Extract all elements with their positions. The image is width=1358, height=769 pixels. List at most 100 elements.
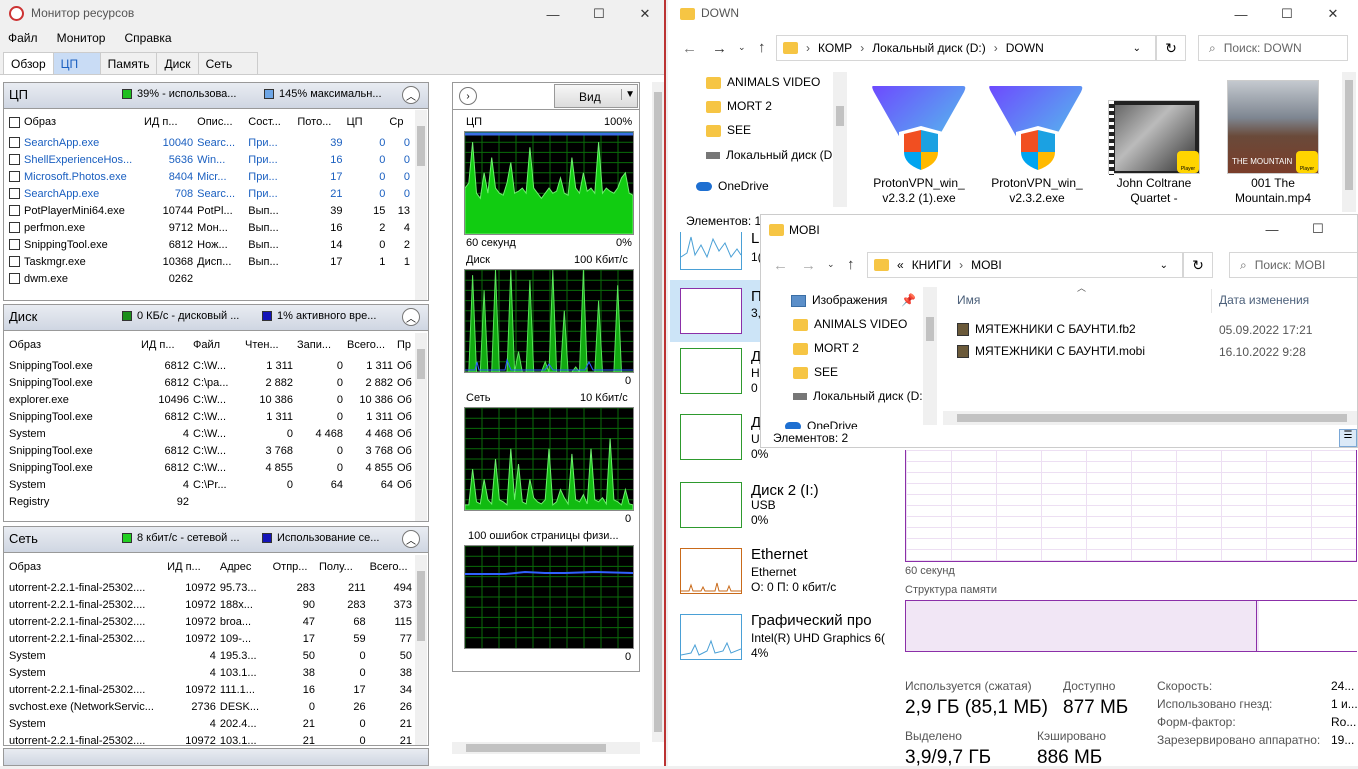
tab-cpu[interactable]: ЦП xyxy=(52,52,101,74)
table-row[interactable]: System 4 C:\W... 0 4 468 4 468 Об xyxy=(7,425,415,442)
file-protonvpn-2[interactable]: ProtonVPN_win_ v2.3.2.exe xyxy=(981,176,1093,206)
tab-overview[interactable]: Обзор xyxy=(3,52,54,74)
file-001-mountain[interactable]: 001 The Mountain.mp4 xyxy=(1217,176,1329,206)
checkbox[interactable] xyxy=(9,205,20,217)
table-row[interactable]: SearchApp.exe 708 Searc... При... 21 0 0 xyxy=(7,185,412,202)
table-row[interactable]: SnippingTool.exe 6812 Нож... Вып... 14 0 2 xyxy=(7,236,412,253)
tm-item-ethernet[interactable]: Ethernet Ethernet О: 0 П: 0 кбит/с xyxy=(680,546,880,594)
recent-chevron-icon[interactable]: ⌄ xyxy=(827,259,835,270)
nav-item-mort2[interactable]: MORT 2 xyxy=(706,99,772,113)
breadcrumb-disk-d[interactable]: Локальный диск (D:) xyxy=(872,41,986,55)
graph-scrollbar[interactable] xyxy=(652,82,664,742)
cpu-section-header[interactable]: ЦП 39% - использова... 145% максимальн..… xyxy=(4,83,428,109)
disk-section-header[interactable]: Диск 0 КБ/с - дисковый ... 1% активного … xyxy=(4,305,428,331)
refresh-icon[interactable]: ↻ xyxy=(1183,252,1213,278)
tm-item-disk2[interactable]: Диск 2 (I:) USB 0% xyxy=(680,482,880,528)
up-arrow-icon[interactable]: ↑ xyxy=(847,256,855,273)
column-header[interactable]: Запи... xyxy=(295,333,345,357)
column-header[interactable]: ИД п... xyxy=(139,333,191,357)
collapse-icon[interactable]: ︿ xyxy=(402,308,420,326)
column-header[interactable]: Всего... xyxy=(345,333,395,357)
table-row[interactable]: SnippingTool.exe 6812 C:\pa... 2 882 0 2 882 О… xyxy=(7,374,415,391)
menu-help[interactable]: Справка xyxy=(124,31,171,45)
column-header[interactable]: Отпр... xyxy=(271,555,317,579)
table-row[interactable]: SnippingTool.exe 6812 C:\W... 1 311 0 1 311 Об xyxy=(7,408,415,425)
table-row[interactable]: explorer.exe 10496 C:\W... 10 386 0 10 386 Об xyxy=(7,391,415,408)
column-header[interactable]: Сост... xyxy=(246,110,295,134)
table-row[interactable]: System 4 103.1... 38 0 38 xyxy=(7,664,414,681)
network-section-header[interactable]: Сеть 8 кбит/с - сетевой ... Использовани… xyxy=(4,527,428,553)
column-header[interactable]: Адрес xyxy=(218,555,271,579)
minimize-button[interactable]: — xyxy=(1218,0,1264,28)
file-row[interactable]: МЯТЕЖНИКИ С БАУНТИ.fb2 xyxy=(957,322,1136,337)
collapsed-section-bar[interactable] xyxy=(3,748,429,766)
nav-item-see[interactable]: SEE xyxy=(793,365,838,379)
checkbox[interactable] xyxy=(9,222,20,234)
table-row[interactable]: svchost.exe (NetworkServic... 2736 DESK...… xyxy=(7,698,414,715)
table-row[interactable]: Taskmgr.exe 10368 Дисп... Вып... 17 1 1 xyxy=(7,253,412,270)
table-row[interactable]: SnippingTool.exe 6812 C:\W... 4 855 0 4 855 Об xyxy=(7,459,415,476)
column-header[interactable]: Образ xyxy=(7,110,142,134)
menu-monitor[interactable]: Монитор xyxy=(57,31,106,45)
table-row[interactable]: SnippingTool.exe 6812 C:\W... 1 311 0 1 311 Об xyxy=(7,357,415,374)
file-row[interactable]: МЯТЕЖНИКИ С БАУНТИ.mobi xyxy=(957,344,1145,359)
tab-network[interactable]: Сеть xyxy=(197,52,258,74)
view-dropdown[interactable]: Вид ▼ xyxy=(554,84,638,108)
collapse-icon[interactable]: ︿ xyxy=(402,530,420,548)
expand-arrow-icon[interactable]: › xyxy=(459,87,477,105)
table-row[interactable]: SnippingTool.exe 6812 C:\W... 3 768 0 3 768 Об xyxy=(7,442,415,459)
nav-item-onedrive[interactable]: OneDrive xyxy=(785,419,858,429)
back-arrow-icon[interactable]: ← xyxy=(773,257,788,274)
checkbox[interactable] xyxy=(9,256,20,268)
nav-item-animals[interactable]: ANIMALS VIDEO xyxy=(793,317,907,331)
column-header[interactable]: ИД п... xyxy=(165,555,218,579)
file-john-coltrane[interactable]: John Coltrane Quartet - xyxy=(1098,176,1210,206)
column-header[interactable]: Полу... xyxy=(317,555,368,579)
breadcrumb-overflow[interactable]: « xyxy=(897,258,904,272)
column-header[interactable]: ИД п... xyxy=(142,110,195,134)
address-bar[interactable]: « КНИГИ › MOBI ⌄ xyxy=(867,252,1183,278)
up-arrow-icon[interactable]: ↑ xyxy=(758,39,766,56)
column-header[interactable]: Пр xyxy=(395,333,415,357)
table-row[interactable]: perfmon.exe 9712 Мон... Вып... 16 2 4 xyxy=(7,219,412,236)
maximize-button[interactable]: ☐ xyxy=(1295,215,1341,243)
table-row[interactable]: System 4 195.3... 50 0 50 xyxy=(7,647,414,664)
nav-scrollbar[interactable] xyxy=(923,287,937,425)
search-box[interactable]: ⌕ Поиск: DOWN xyxy=(1198,35,1348,61)
checkbox[interactable] xyxy=(9,239,20,251)
forward-arrow-icon[interactable]: → xyxy=(801,257,816,274)
nav-item-see[interactable]: SEE xyxy=(706,123,751,137)
column-header[interactable]: Образ xyxy=(7,555,165,579)
close-button[interactable]: ✕ xyxy=(622,0,664,28)
breadcrumb-mobi[interactable]: MOBI xyxy=(971,258,1002,272)
column-header[interactable]: Опис... xyxy=(195,110,246,134)
table-row[interactable]: SearchApp.exe 10040 Searc... При... 39 0 0 xyxy=(7,134,412,151)
menu-file[interactable]: Файл xyxy=(8,31,38,45)
column-name-header[interactable]: Имя xyxy=(957,293,980,307)
column-date-header[interactable]: Дата изменения xyxy=(1219,293,1309,307)
forward-arrow-icon[interactable]: → xyxy=(712,40,727,57)
table-row[interactable]: ShellExperienceHos... 5636 Win... При... 16 0… xyxy=(7,151,412,168)
file-protonvpn-1[interactable]: ProtonVPN_win_ v2.3.2 (1).exe xyxy=(863,176,975,206)
column-header[interactable]: ЦП xyxy=(344,110,387,134)
refresh-icon[interactable]: ↻ xyxy=(1156,35,1186,61)
table-row[interactable]: utorrent-2.2.1-final-25302.... 10972 111.1… xyxy=(7,681,414,698)
details-view-icon[interactable]: ☰ xyxy=(1339,429,1357,447)
back-arrow-icon[interactable]: ← xyxy=(682,40,697,57)
nav-item-mort2[interactable]: MORT 2 xyxy=(793,341,859,355)
table-row[interactable]: Microsoft.Photos.exe 8404 Micr... При... 17 0… xyxy=(7,168,412,185)
table-row[interactable]: System 4 202.4... 21 0 21 xyxy=(7,715,414,732)
table-row[interactable]: Registry 92 xyxy=(7,493,415,510)
checkbox[interactable] xyxy=(9,188,20,200)
chevron-down-icon[interactable]: ⌄ xyxy=(1133,43,1141,54)
search-box[interactable]: ⌕ Поиск: MOBI xyxy=(1229,252,1357,278)
nav-scrollbar[interactable] xyxy=(833,72,847,207)
checkbox[interactable] xyxy=(9,154,20,166)
nav-item-onedrive[interactable]: OneDrive xyxy=(696,179,769,193)
tm-item-gpu[interactable]: Графический про Intel(R) UHD Graphics 6(… xyxy=(680,612,885,660)
breadcrumb-books[interactable]: КНИГИ xyxy=(912,258,951,272)
table-row[interactable]: dwm.exe 0262 xyxy=(7,270,412,287)
table-row[interactable]: utorrent-2.2.1-final-25302.... 10972 103.1… xyxy=(7,732,414,749)
checkbox[interactable] xyxy=(9,273,20,285)
minimize-button[interactable]: — xyxy=(530,0,576,28)
